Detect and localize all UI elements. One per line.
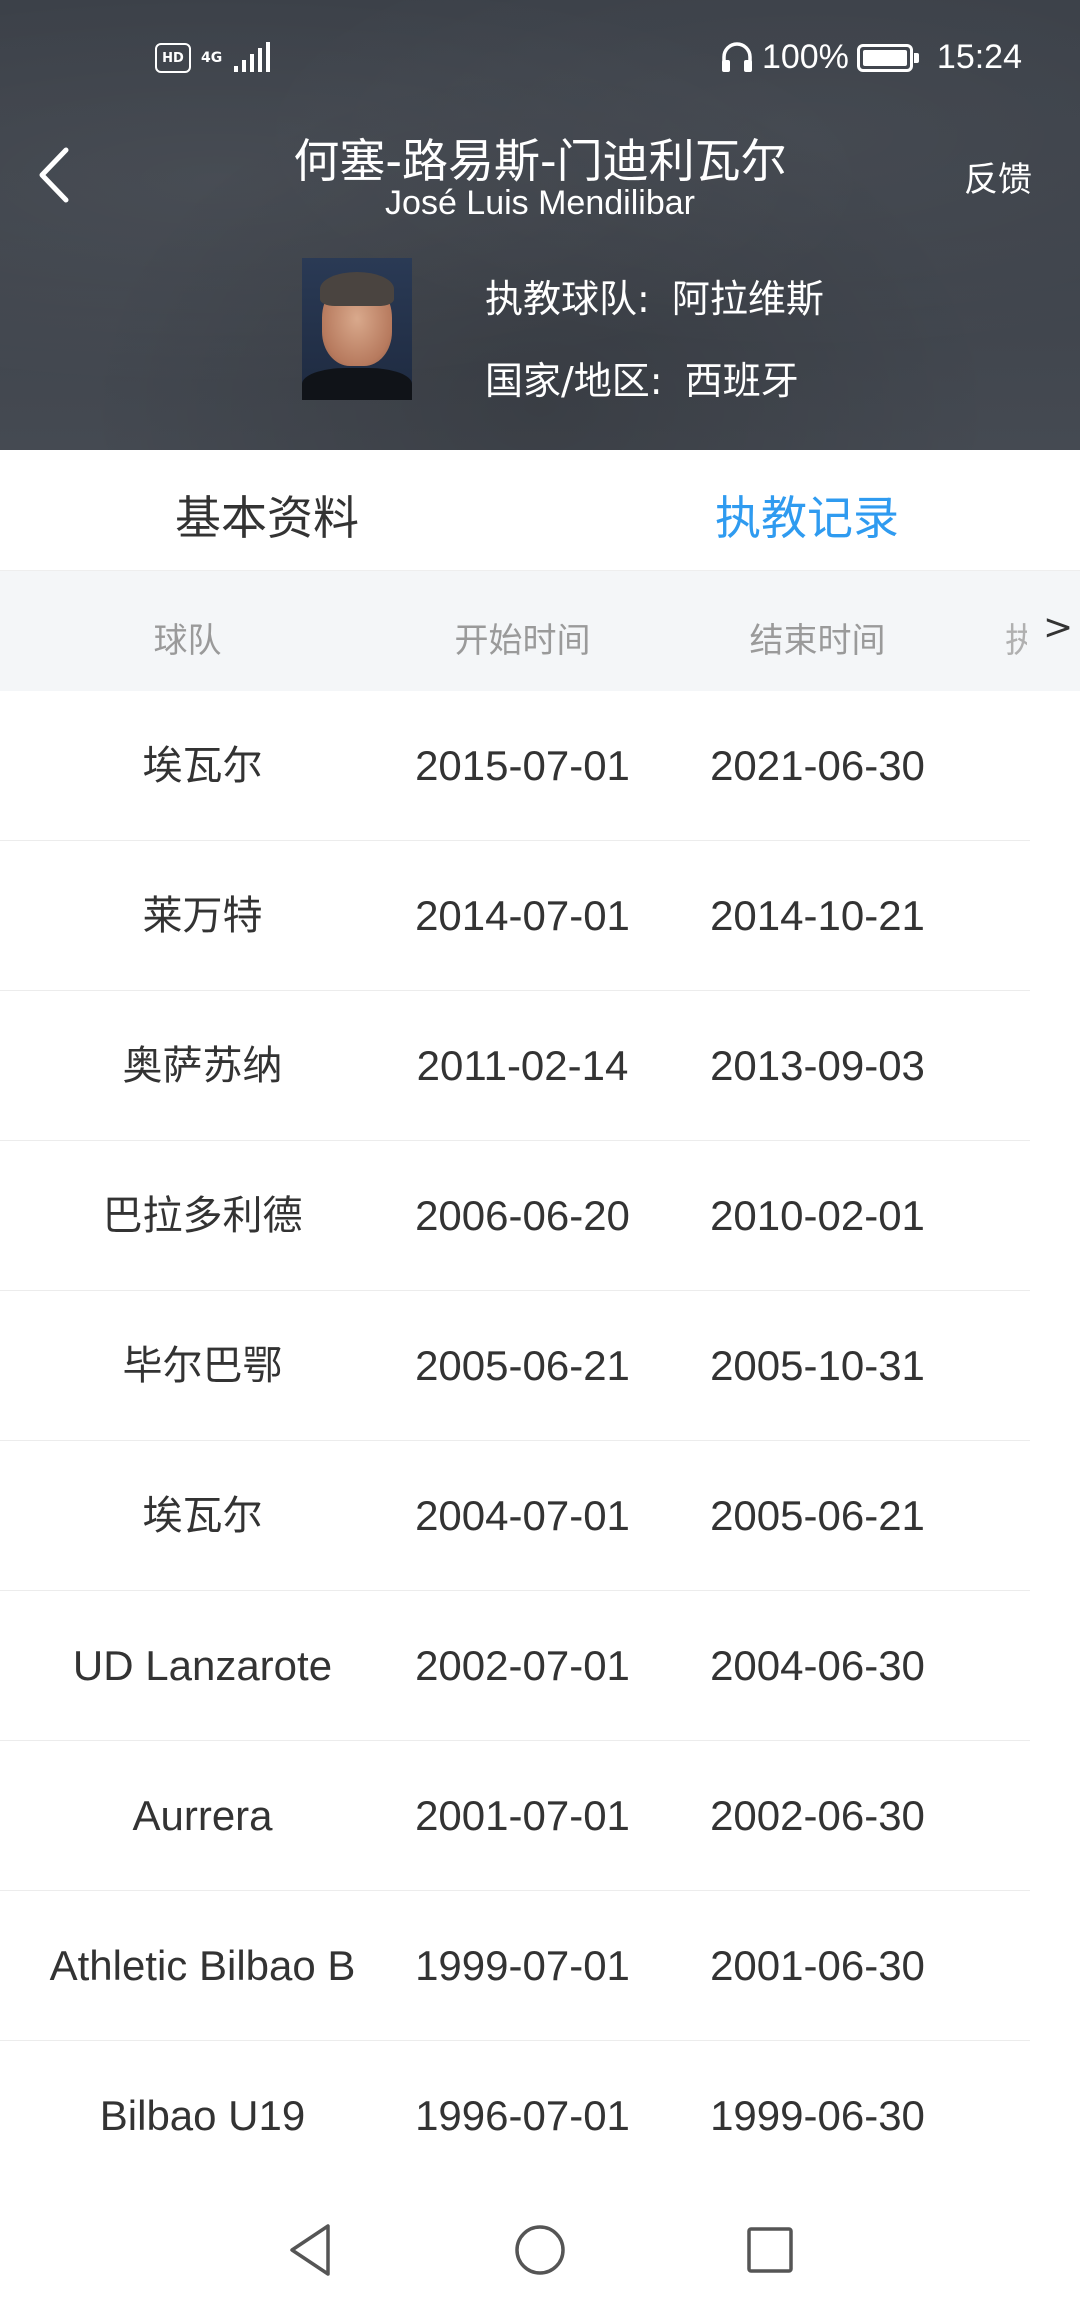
status-bar: HD 4G 100% 15:24 <box>0 0 1080 120</box>
column-header-start-date: 开始时间 <box>454 621 591 661</box>
current-team-value: 阿拉维斯 <box>671 277 824 321</box>
battery-icon <box>856 43 919 72</box>
table-row[interactable]: 巴拉多利德 2006-06-20 2010-02-01 <box>0 1141 1080 1291</box>
tab-coaching-record[interactable]: 执教记录 <box>715 482 899 548</box>
end-date-cell: 2010-02-01 <box>710 1192 925 1239</box>
table-header: 球队 开始时间 结束时间 执 > <box>0 571 1080 691</box>
hd-badge: HD <box>155 43 191 73</box>
battery-percent: 100% <box>761 38 849 76</box>
coach-name-chinese: 何塞-路易斯-门迪利瓦尔 <box>293 134 787 188</box>
current-team-label: 执教球队: <box>485 277 650 321</box>
team-cell: 奥萨苏纳 <box>122 1043 283 1089</box>
nav-back-icon[interactable] <box>280 2218 344 2282</box>
nav-recent-apps-icon[interactable] <box>738 2218 802 2282</box>
start-date-cell: 2006-06-20 <box>415 1192 630 1239</box>
team-cell: Aurrera <box>132 1792 273 1839</box>
clock: 15:24 <box>936 38 1022 76</box>
country-info: 国家/地区: 西班牙 <box>485 350 799 405</box>
country-value: 西班牙 <box>684 359 799 403</box>
end-date-cell: 2001-06-30 <box>710 1942 925 1989</box>
system-navigation-bar <box>0 2190 1080 2310</box>
start-date-cell: 2014-07-01 <box>415 892 630 939</box>
start-date-cell: 1996-07-01 <box>415 2092 630 2139</box>
feedback-button[interactable]: 反馈 <box>964 152 1032 201</box>
team-cell: UD Lanzarote <box>72 1642 333 1689</box>
end-date-cell: 2005-10-31 <box>710 1342 925 1389</box>
column-header-clipped: 执 <box>1005 621 1027 661</box>
start-date-cell: 2001-07-01 <box>415 1792 630 1839</box>
end-date-cell: 1999-06-30 <box>710 2092 925 2139</box>
table-row[interactable]: Athletic Bilbao B 1999-07-01 2001-06-30 <box>0 1891 1080 2041</box>
start-date-cell: 2005-06-21 <box>415 1342 630 1389</box>
table-row[interactable]: Aurrera 2001-07-01 2002-06-30 <box>0 1741 1080 1891</box>
scroll-right-arrow[interactable]: > <box>1043 607 1073 648</box>
current-team-info: 执教球队: 阿拉维斯 <box>485 268 824 323</box>
start-date-cell: 2015-07-01 <box>415 742 630 789</box>
signal-icon <box>234 42 271 72</box>
coach-avatar <box>302 258 412 400</box>
start-date-cell: 1999-07-01 <box>415 1942 630 1989</box>
table-row[interactable]: UD Lanzarote 2002-07-01 2004-06-30 <box>0 1591 1080 1741</box>
end-date-cell: 2021-06-30 <box>710 742 925 789</box>
tab-basic-info[interactable]: 基本资料 <box>175 482 359 548</box>
team-cell: Bilbao U19 <box>99 2092 306 2139</box>
table-row[interactable]: 毕尔巴鄂 2005-06-21 2005-10-31 <box>0 1291 1080 1441</box>
end-date-cell: 2013-09-03 <box>710 1042 925 1089</box>
start-date-cell: 2004-07-01 <box>415 1492 630 1539</box>
start-date-cell: 2002-07-01 <box>415 1642 630 1689</box>
table-row[interactable]: 埃瓦尔 2004-07-01 2005-06-21 <box>0 1441 1080 1591</box>
team-cell: 巴拉多利德 <box>102 1193 303 1239</box>
start-date-cell: 2011-02-14 <box>416 1042 629 1089</box>
country-label: 国家/地区: <box>485 359 663 403</box>
status-right: 100% 15:24 <box>720 38 1022 77</box>
end-date-cell: 2004-06-30 <box>710 1642 925 1689</box>
coach-header: HD 4G 100% 15:24 何塞-路易斯-门迪利瓦尔 José Luis … <box>0 0 1080 450</box>
table-row[interactable]: 奥萨苏纳 2011-02-14 2013-09-03 <box>0 991 1080 1141</box>
coach-name-english: José Luis Mendilibar <box>385 184 695 222</box>
table-row[interactable]: 莱万特 2014-07-01 2014-10-21 <box>0 841 1080 991</box>
end-date-cell: 2005-06-21 <box>710 1492 925 1539</box>
column-header-end-date: 结束时间 <box>749 621 886 661</box>
headphones-icon <box>721 41 752 72</box>
team-cell: 毕尔巴鄂 <box>122 1343 283 1389</box>
team-cell: 埃瓦尔 <box>142 743 263 789</box>
network-type: 4G <box>201 50 223 66</box>
table-row[interactable]: Bilbao U19 1996-07-01 1999-06-30 <box>0 2041 1080 2191</box>
coaching-record-table: 埃瓦尔 2015-07-01 2021-06-30 莱万特 2014-07-01… <box>0 691 1080 2191</box>
network-indicator: 4G <box>201 51 222 65</box>
end-date-cell: 2002-06-30 <box>710 1792 925 1839</box>
status-left: HD 4G <box>155 42 272 74</box>
team-cell: 埃瓦尔 <box>142 1493 263 1539</box>
end-date-cell: 2014-10-21 <box>710 892 925 939</box>
column-header-team: 球队 <box>153 621 222 661</box>
team-cell: 莱万特 <box>142 893 263 939</box>
table-row[interactable]: 埃瓦尔 2015-07-01 2021-06-30 <box>0 691 1080 841</box>
tab-bar: 基本资料 执教记录 <box>0 450 1080 571</box>
team-cell: Athletic Bilbao B <box>49 1942 356 1989</box>
nav-home-icon[interactable] <box>508 2218 572 2282</box>
